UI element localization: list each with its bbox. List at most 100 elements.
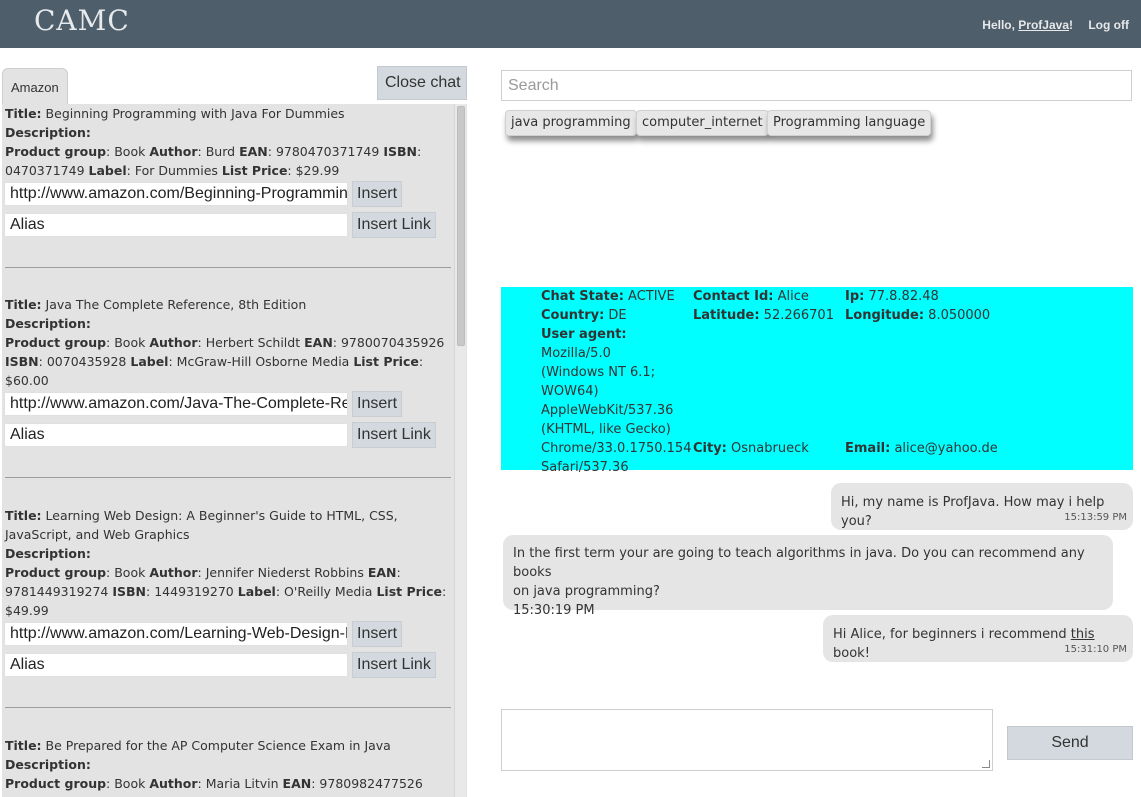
product-ean: 9780070435926 [340, 335, 445, 350]
message-text: Hi Alice, for beginners i recommend [833, 627, 1071, 642]
product-label: O'Reilly Media [284, 584, 373, 599]
isbn-label: ISBN [383, 144, 417, 159]
greeting-suffix: ! [1069, 18, 1073, 32]
user-agent-line: (KHTML, like Gecko) [541, 422, 671, 437]
product-group-label: Product group [5, 565, 107, 580]
product-author: Herbert Schildt [205, 335, 301, 350]
keyword-tag[interactable]: computer_internet [636, 110, 769, 136]
keyword-tag[interactable]: java programming [505, 110, 637, 136]
user-profile-link[interactable]: ProfJava [1018, 18, 1069, 32]
product-url-input[interactable]: http://www.amazon.com/Beginning-Programm… [4, 182, 348, 206]
send-button[interactable]: Send [1007, 726, 1133, 760]
contact-id: Contact Id: Alice [693, 287, 809, 306]
insert-button[interactable]: Insert [352, 391, 403, 417]
product-author: Burd [205, 144, 236, 159]
greeting: Hello, ProfJava! [982, 18, 1073, 32]
country-value: DE [608, 308, 627, 323]
alias-input[interactable]: Alias [4, 213, 348, 237]
message-timestamp: 15:31:10 PM [1064, 644, 1127, 655]
product-info: Title: Java The Complete Reference, 8th … [5, 297, 445, 388]
user-agent-line: Chrome/33.0.1750.154 [541, 441, 692, 456]
author-label: Author [149, 335, 198, 350]
chat-state-value: ACTIVE [628, 289, 675, 304]
city-label: City: [693, 441, 727, 456]
author-label: Author [149, 776, 198, 791]
insert-link-button[interactable]: Insert Link [352, 422, 436, 448]
insert-button[interactable]: Insert [352, 621, 403, 647]
product-group: Book [114, 565, 146, 580]
logoff-link[interactable]: Log off [1088, 18, 1129, 32]
product-group: Book [114, 335, 146, 350]
ip-label: Ip: [845, 289, 865, 304]
product-group-label: Product group [5, 776, 107, 791]
country: Country: DE [541, 306, 627, 325]
longitude-label: Longitude: [845, 308, 925, 323]
list-price-label: List Price [353, 354, 419, 369]
product-price: $49.99 [5, 603, 49, 618]
description-label: Description: [5, 757, 91, 772]
insert-button[interactable]: Insert [352, 181, 403, 207]
author-label: Author [149, 565, 198, 580]
scrollbar-thumb[interactable] [457, 106, 465, 346]
message-input[interactable] [501, 709, 993, 771]
product-label: For Dummies [134, 163, 218, 178]
product-ean: 9780470371749 [275, 144, 380, 159]
insert-link-button[interactable]: Insert Link [352, 652, 436, 678]
alias-input[interactable]: Alias [4, 423, 348, 447]
chat-state: Chat State: ACTIVE [541, 287, 675, 306]
contact-id-label: Contact Id: [693, 289, 774, 304]
longitude: Longitude: 8.050000 [845, 306, 990, 325]
product-title: Be Prepared for the AP Computer Science … [45, 738, 391, 753]
ip: Ip: 77.8.82.48 [845, 287, 939, 306]
scrollbar[interactable] [454, 104, 466, 797]
greeting-prefix: Hello, [982, 18, 1019, 32]
divider [5, 477, 451, 478]
product-url-input[interactable]: http://www.amazon.com/Learning-Web-Desig… [4, 622, 348, 646]
user-agent-line: (Windows NT 6.1; [541, 365, 656, 380]
email: Email: alice@yahoo.de [845, 439, 998, 458]
search-input[interactable]: Search [501, 70, 1132, 101]
alias-input[interactable]: Alias [4, 653, 348, 677]
product-info: Title: Learning Web Design: A Beginner's… [5, 508, 447, 618]
user-agent-label: User agent: [541, 327, 627, 342]
message-text: book! [833, 646, 870, 661]
insert-link-button[interactable]: Insert Link [352, 212, 436, 238]
list-price-label: List Price [376, 584, 442, 599]
user-agent-line: AppleWebKit/537.36 [541, 403, 674, 418]
label-label: Label [237, 584, 276, 599]
title-label: Title: [5, 106, 42, 121]
ean-label: EAN [367, 565, 397, 580]
city-value: Osnabrueck [731, 441, 809, 456]
product-isbn: 0470371749 [5, 163, 85, 178]
latitude-value: 52.266701 [763, 308, 834, 323]
product-isbn: 1449319270 [154, 584, 234, 599]
keyword-tag[interactable]: Programming language [767, 110, 932, 136]
chat-state-label: Chat State: [541, 289, 624, 304]
app-logo[interactable]: CAMC [34, 4, 130, 37]
product-ean: 9781449319274 [5, 584, 109, 599]
author-label: Author [149, 144, 198, 159]
product-url-input[interactable]: http://www.amazon.com/Java-The-Complete-… [4, 392, 348, 416]
label-label: Label [130, 354, 169, 369]
description-label: Description: [5, 546, 91, 561]
city: City: Osnabrueck [693, 439, 809, 458]
product-group-label: Product group [5, 335, 107, 350]
close-chat-button[interactable]: Close chat [377, 66, 467, 100]
divider [5, 267, 451, 268]
product-list-panel: Title: Beginning Programming with Java F… [2, 104, 467, 797]
product-author: Jennifer Niederst Robbins [205, 565, 364, 580]
product-title: Java The Complete Reference, 8th Edition [45, 297, 307, 312]
list-price-label: List Price [221, 163, 288, 178]
ean-label: EAN [304, 335, 333, 350]
title-label: Title: [5, 508, 42, 523]
divider [5, 707, 451, 708]
label-label: Label [88, 163, 127, 178]
tab-amazon[interactable]: Amazon [2, 68, 68, 105]
chat-message-outgoing: Hi Alice, for beginners i recommend this… [823, 615, 1133, 662]
latitude-label: Latitude: [693, 308, 760, 323]
resize-handle-icon[interactable] [982, 760, 990, 768]
product-info: Title: Beginning Programming with Java F… [5, 106, 422, 178]
product-price: $29.99 [295, 163, 340, 178]
product-title: Learning Web Design: A Beginner's Guide … [5, 508, 398, 542]
top-bar: CAMC Hello, ProfJava! Log off [0, 0, 1141, 48]
